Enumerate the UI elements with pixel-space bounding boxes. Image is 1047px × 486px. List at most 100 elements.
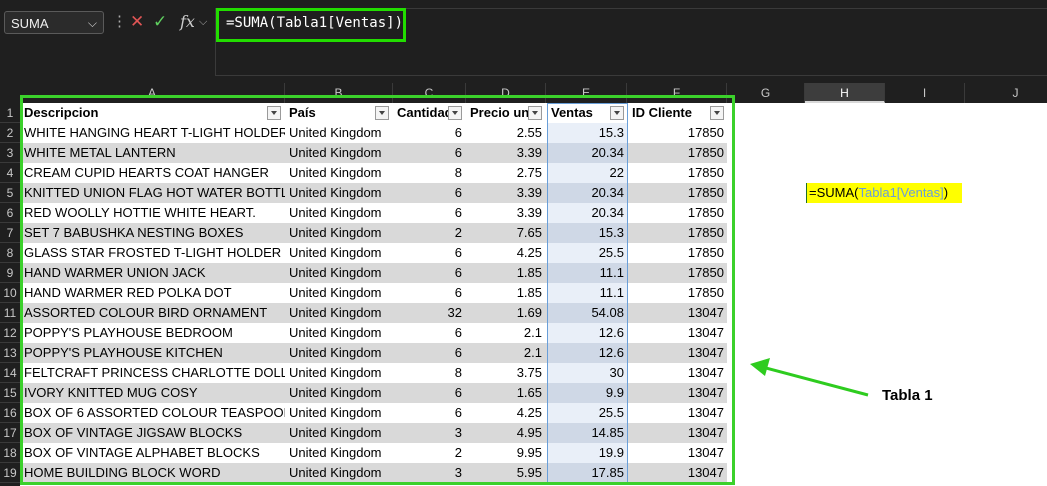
table-cell[interactable]: United Kingdom: [285, 363, 393, 383]
table-cell[interactable]: 13047: [628, 323, 728, 343]
table-cell[interactable]: POPPY'S PLAYHOUSE KITCHEN: [20, 343, 285, 363]
cells-area[interactable]: Descripcion País Cantidad Precio un Ventas ID…: [20, 103, 1047, 486]
table-cell[interactable]: 6: [393, 203, 466, 223]
table-cell[interactable]: 6: [393, 323, 466, 343]
column-header-G[interactable]: G: [727, 83, 805, 103]
table-cell[interactable]: KNITTED UNION FLAG HOT WATER BOTTLE: [20, 183, 285, 203]
column-header-E[interactable]: E: [546, 83, 627, 103]
table-header-descripcion[interactable]: Descripcion: [20, 103, 267, 123]
table-cell[interactable]: 4.25: [466, 243, 546, 263]
filter-dropdown-icon[interactable]: [528, 106, 542, 120]
table-cell[interactable]: WHITE METAL LANTERN: [20, 143, 285, 163]
table-cell[interactable]: United Kingdom: [285, 423, 393, 443]
table-cell[interactable]: 12.6: [547, 343, 628, 363]
column-header-A[interactable]: A: [20, 83, 285, 103]
table-cell[interactable]: United Kingdom: [285, 343, 393, 363]
table-cell[interactable]: BOX OF VINTAGE ALPHABET BLOCKS: [20, 443, 285, 463]
table-cell[interactable]: 17850: [628, 143, 728, 163]
table-header-ventas[interactable]: Ventas: [547, 103, 610, 123]
table-cell[interactable]: 17850: [628, 223, 728, 243]
column-header-D[interactable]: D: [466, 83, 546, 103]
table-cell[interactable]: 6: [393, 383, 466, 403]
row-header[interactable]: 6: [0, 203, 20, 223]
name-box[interactable]: SUMA ⌵: [4, 11, 104, 34]
table-cell[interactable]: HOME BUILDING BLOCK WORD: [20, 463, 285, 483]
table-cell[interactable]: 25.5: [547, 403, 628, 423]
formula-text[interactable]: =SUMA(Tabla1[Ventas]): [226, 13, 403, 33]
table-cell[interactable]: BOX OF VINTAGE JIGSAW BLOCKS: [20, 423, 285, 443]
filter-dropdown-icon[interactable]: [610, 106, 624, 120]
table-cell[interactable]: 54.08: [547, 303, 628, 323]
table-cell[interactable]: POPPY'S PLAYHOUSE BEDROOM: [20, 323, 285, 343]
table-cell[interactable]: 6: [393, 343, 466, 363]
table-header-id-cliente[interactable]: ID Cliente: [628, 103, 710, 123]
table-header-cantidad[interactable]: Cantidad: [393, 103, 448, 123]
table-cell[interactable]: 32: [393, 303, 466, 323]
table-cell[interactable]: 3.75: [466, 363, 546, 383]
table-cell[interactable]: United Kingdom: [285, 163, 393, 183]
table-cell[interactable]: United Kingdom: [285, 403, 393, 423]
table-cell[interactable]: 13047: [628, 383, 728, 403]
cancel-icon[interactable]: ✕: [130, 10, 144, 34]
table-cell[interactable]: 4.25: [466, 403, 546, 423]
table-cell[interactable]: 1.85: [466, 263, 546, 283]
table-cell[interactable]: 2: [393, 443, 466, 463]
table-cell[interactable]: 17850: [628, 123, 728, 143]
row-header[interactable]: 14: [0, 363, 20, 383]
table-cell[interactable]: SET 7 BABUSHKA NESTING BOXES: [20, 223, 285, 243]
table-cell[interactable]: 20.34: [547, 203, 628, 223]
table-cell[interactable]: United Kingdom: [285, 183, 393, 203]
row-header[interactable]: 5: [0, 183, 20, 203]
table-cell[interactable]: 13047: [628, 303, 728, 323]
table-cell[interactable]: 15.3: [547, 223, 628, 243]
table-cell[interactable]: United Kingdom: [285, 303, 393, 323]
table-cell[interactable]: 6: [393, 263, 466, 283]
table-cell[interactable]: 17850: [628, 163, 728, 183]
table-cell[interactable]: 2.55: [466, 123, 546, 143]
row-header[interactable]: 9: [0, 263, 20, 283]
table-cell[interactable]: 22: [547, 163, 628, 183]
table-header-precio-un[interactable]: Precio un: [466, 103, 528, 123]
table-cell[interactable]: 2: [393, 223, 466, 243]
row-header[interactable]: 17: [0, 423, 20, 443]
column-header-B[interactable]: B: [285, 83, 393, 103]
table-cell[interactable]: BOX OF 6 ASSORTED COLOUR TEASPOONS: [20, 403, 285, 423]
column-header-H[interactable]: H: [805, 83, 885, 103]
insert-function-icon[interactable]: fx: [180, 10, 195, 34]
table-cell[interactable]: IVORY KNITTED MUG COSY: [20, 383, 285, 403]
table-cell[interactable]: 11.1: [547, 263, 628, 283]
table-cell[interactable]: 11.1: [547, 283, 628, 303]
table-cell[interactable]: 1.69: [466, 303, 546, 323]
table-cell[interactable]: 6: [393, 183, 466, 203]
table-cell[interactable]: FELTCRAFT PRINCESS CHARLOTTE DOLL: [20, 363, 285, 383]
table-cell[interactable]: 30: [547, 363, 628, 383]
table-header-pais[interactable]: País: [285, 103, 375, 123]
table-cell[interactable]: 17850: [628, 283, 728, 303]
table-cell[interactable]: 13047: [628, 423, 728, 443]
fx-chevron-icon[interactable]: ⌵: [199, 10, 207, 34]
table-cell[interactable]: 7.65: [466, 223, 546, 243]
table-cell[interactable]: 15.3: [547, 123, 628, 143]
worksheet-grid[interactable]: ABCDEFGHIJ 1 2 3 4 5 6 7 8 9 10 11 12 13 14 15 16 17 18 19…: [0, 83, 1047, 486]
table-cell[interactable]: HAND WARMER RED POLKA DOT: [20, 283, 285, 303]
table-cell[interactable]: 20.34: [547, 183, 628, 203]
table-cell[interactable]: 13047: [628, 403, 728, 423]
table-cell[interactable]: United Kingdom: [285, 323, 393, 343]
row-header[interactable]: 7: [0, 223, 20, 243]
table-cell[interactable]: United Kingdom: [285, 383, 393, 403]
table-cell[interactable]: 6: [393, 403, 466, 423]
table-cell[interactable]: 2.1: [466, 323, 546, 343]
table-cell[interactable]: United Kingdom: [285, 143, 393, 163]
table-cell[interactable]: 17.85: [547, 463, 628, 483]
row-header[interactable]: 3: [0, 143, 20, 163]
row-header[interactable]: 15: [0, 383, 20, 403]
column-header-F[interactable]: F: [627, 83, 727, 103]
table-cell[interactable]: 9.9: [547, 383, 628, 403]
table-cell[interactable]: United Kingdom: [285, 443, 393, 463]
table-cell[interactable]: United Kingdom: [285, 463, 393, 483]
enter-icon[interactable]: ✓: [153, 10, 167, 34]
row-header[interactable]: 1: [0, 103, 20, 123]
table-cell[interactable]: 1.65: [466, 383, 546, 403]
table-cell[interactable]: 6: [393, 283, 466, 303]
table-cell[interactable]: 8: [393, 363, 466, 383]
